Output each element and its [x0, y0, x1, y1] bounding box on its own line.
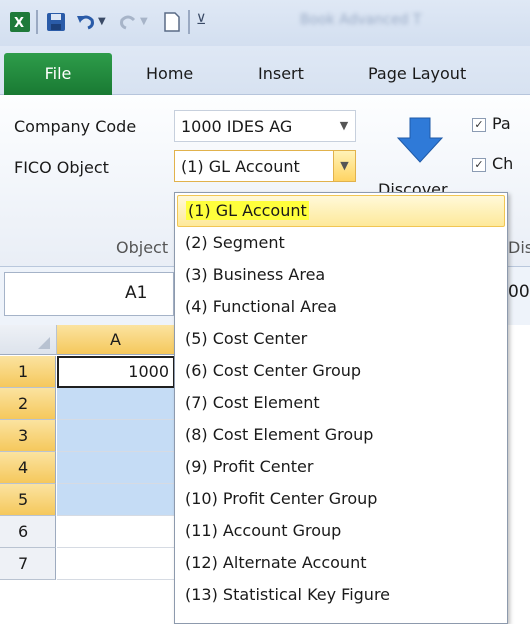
toolbar-divider: [36, 10, 38, 34]
dropdown-option[interactable]: (7) Cost Element: [177, 387, 505, 419]
column-header-a[interactable]: A: [57, 325, 175, 355]
fico-object-label: FICO Object: [14, 158, 109, 177]
cell-a2[interactable]: [57, 388, 175, 420]
cell-a6[interactable]: [57, 516, 175, 548]
row-header[interactable]: 4: [0, 452, 56, 484]
checkbox-ch[interactable]: ✓: [472, 158, 486, 172]
discover-arrow-icon[interactable]: [396, 116, 444, 164]
fico-object-value: (1) GL Account: [181, 157, 300, 176]
redo-dropdown-icon: ▼: [140, 16, 148, 27]
dropdown-option[interactable]: (8) Cost Element Group: [177, 419, 505, 451]
row-header[interactable]: 6: [0, 516, 56, 548]
tab-home[interactable]: Home: [146, 64, 193, 83]
fico-object-dropdown-list: (1) GL Account (2) Segment (3) Business …: [174, 192, 508, 624]
group-label-dis: Dis: [508, 238, 530, 257]
cell-a3[interactable]: [57, 420, 175, 452]
formula-content[interactable]: 00: [508, 282, 530, 302]
row-header[interactable]: 5: [0, 484, 56, 516]
toolbar-divider: [188, 10, 190, 34]
row-header[interactable]: 1: [0, 356, 56, 388]
svg-text:X: X: [14, 16, 24, 31]
dropdown-option[interactable]: (12) Alternate Account: [177, 547, 505, 579]
name-box[interactable]: A1: [4, 272, 174, 316]
dropdown-option[interactable]: (2) Segment: [177, 227, 505, 259]
cell-a5[interactable]: [57, 484, 175, 516]
company-code-value: 1000 IDES AG: [181, 117, 293, 136]
name-box-value: A1: [125, 283, 148, 303]
dropdown-option[interactable]: (3) Business Area: [177, 259, 505, 291]
dropdown-option[interactable]: (13) Statistical Key Figure: [177, 579, 505, 611]
dropdown-option[interactable]: (4) Functional Area: [177, 291, 505, 323]
save-icon[interactable]: [46, 12, 66, 32]
quick-access-toolbar: X ▼ ▼ ⊻ Book Advanced T: [0, 0, 530, 46]
new-document-icon[interactable]: [162, 12, 182, 32]
checkbox-pa[interactable]: ✓: [472, 118, 486, 132]
dropdown-option[interactable]: (9) Profit Center: [177, 451, 505, 483]
fico-object-combo[interactable]: (1) GL Account ▼: [174, 150, 356, 182]
row-header[interactable]: 7: [0, 548, 56, 580]
customize-toolbar-icon[interactable]: ⊻: [196, 12, 206, 28]
chevron-down-icon[interactable]: ▼: [333, 111, 355, 141]
tab-insert[interactable]: Insert: [258, 64, 304, 83]
chevron-down-icon[interactable]: ▼: [333, 151, 355, 181]
cell-a4[interactable]: [57, 452, 175, 484]
select-all-corner[interactable]: [0, 325, 57, 355]
cell-a1[interactable]: 1000: [57, 356, 175, 388]
dropdown-option[interactable]: (11) Account Group: [177, 515, 505, 547]
dropdown-option-label: (1) GL Account: [186, 201, 309, 220]
dropdown-option[interactable]: (10) Profit Center Group: [177, 483, 505, 515]
tab-page-layout[interactable]: Page Layout: [368, 64, 466, 83]
dropdown-option[interactable]: (6) Cost Center Group: [177, 355, 505, 387]
row-header[interactable]: 2: [0, 388, 56, 420]
checkbox-ch-label: Ch: [492, 154, 514, 173]
dropdown-option[interactable]: (1) GL Account: [177, 195, 505, 227]
window-title: Book Advanced T: [300, 12, 422, 28]
tab-file[interactable]: File: [4, 53, 112, 95]
dropdown-option[interactable]: (5) Cost Center: [177, 323, 505, 355]
cell-a7[interactable]: [57, 548, 175, 580]
company-code-combo[interactable]: 1000 IDES AG ▼: [174, 110, 356, 142]
company-code-label: Company Code: [14, 117, 137, 136]
undo-icon[interactable]: [76, 12, 96, 32]
discover-label[interactable]: Discover: [378, 180, 458, 192]
excel-logo-icon: X: [10, 12, 30, 32]
undo-dropdown-icon[interactable]: ▼: [98, 16, 106, 27]
row-header[interactable]: 3: [0, 420, 56, 452]
checkbox-pa-label: Pa: [492, 114, 511, 133]
redo-icon: [118, 12, 138, 32]
group-label-object: Object: [116, 238, 169, 257]
